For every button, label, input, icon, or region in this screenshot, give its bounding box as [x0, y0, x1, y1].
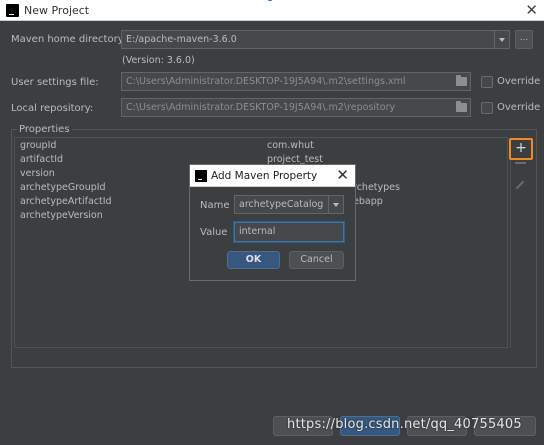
folder-icon[interactable] [456, 75, 467, 86]
local-repo-value: C:\Users\Administrator.DESKTOP-19J5A94\.… [126, 102, 396, 113]
table-row[interactable]: groupId com.whut [15, 139, 507, 153]
property-key: archetypeGroupId [20, 182, 106, 193]
property-value: rchetypes [353, 182, 400, 193]
browse-maven-home-button[interactable]: ... [515, 30, 533, 49]
property-key: version [20, 168, 55, 179]
user-settings-label: User settings file: [11, 77, 99, 88]
property-key: archetypeVersion [20, 210, 103, 221]
property-name-value: archetypeCatalog [239, 199, 324, 210]
property-value-input[interactable]: internal [234, 222, 344, 242]
property-value: ebapp [353, 196, 383, 207]
property-key: archetypeArtifactId [20, 196, 112, 207]
local-repo-field[interactable]: C:\Users\Administrator.DESKTOP-19J5A94\.… [121, 98, 471, 117]
local-repo-label: Local repository: [11, 103, 94, 114]
user-settings-field[interactable]: C:\Users\Administrator.DESKTOP-19J5A94\.… [121, 72, 471, 91]
dialog-titlebar: Add Maven Property ✕ [190, 165, 355, 187]
add-property-button[interactable]: + [509, 138, 533, 160]
ok-button[interactable]: OK [227, 251, 280, 269]
close-icon[interactable]: ✕ [525, 1, 538, 19]
override-settings-checkbox[interactable] [481, 76, 493, 88]
watermark-text: https://blog.csdn.net/qq_40755405 [287, 417, 522, 432]
folder-icon[interactable] [456, 101, 467, 112]
dialog-title: Add Maven Property [211, 170, 318, 182]
maven-home-label: Maven home directory: [11, 34, 127, 45]
maven-home-combo[interactable]: E:/apache-maven-3.6.0 [121, 30, 510, 49]
maven-version-text: (Version: 3.6.0) [122, 55, 195, 66]
property-name-combo[interactable]: archetypeCatalog [234, 195, 344, 214]
override-repo-checkbox[interactable] [481, 102, 493, 114]
value-label: Value [200, 227, 228, 238]
cancel-button[interactable]: Cancel [289, 251, 344, 269]
add-maven-property-dialog: Add Maven Property ✕ Name archetypeCatal… [189, 164, 356, 281]
chevron-down-icon[interactable] [328, 196, 343, 213]
property-key: artifactId [20, 154, 64, 165]
maven-home-value: E:/apache-maven-3.6.0 [126, 34, 237, 45]
window-title: New Project [24, 4, 90, 17]
close-icon[interactable]: ✕ [336, 166, 349, 184]
chevron-down-icon[interactable] [494, 31, 509, 48]
properties-title: Properties [17, 124, 72, 135]
intellij-icon [195, 170, 207, 182]
top-marker [268, 0, 272, 1]
override-repo-label: Override [497, 102, 541, 113]
intellij-icon [6, 4, 19, 17]
window-titlebar: New Project ✕ [0, 0, 544, 21]
property-value: com.whut [267, 140, 314, 151]
property-key: groupId [20, 140, 57, 151]
properties-toolbar [510, 137, 534, 348]
user-settings-value: C:\Users\Administrator.DESKTOP-19J5A94\.… [126, 76, 406, 87]
override-settings-label: Override [497, 76, 541, 87]
remove-property-icon[interactable] [515, 162, 526, 164]
name-label: Name [200, 200, 230, 211]
